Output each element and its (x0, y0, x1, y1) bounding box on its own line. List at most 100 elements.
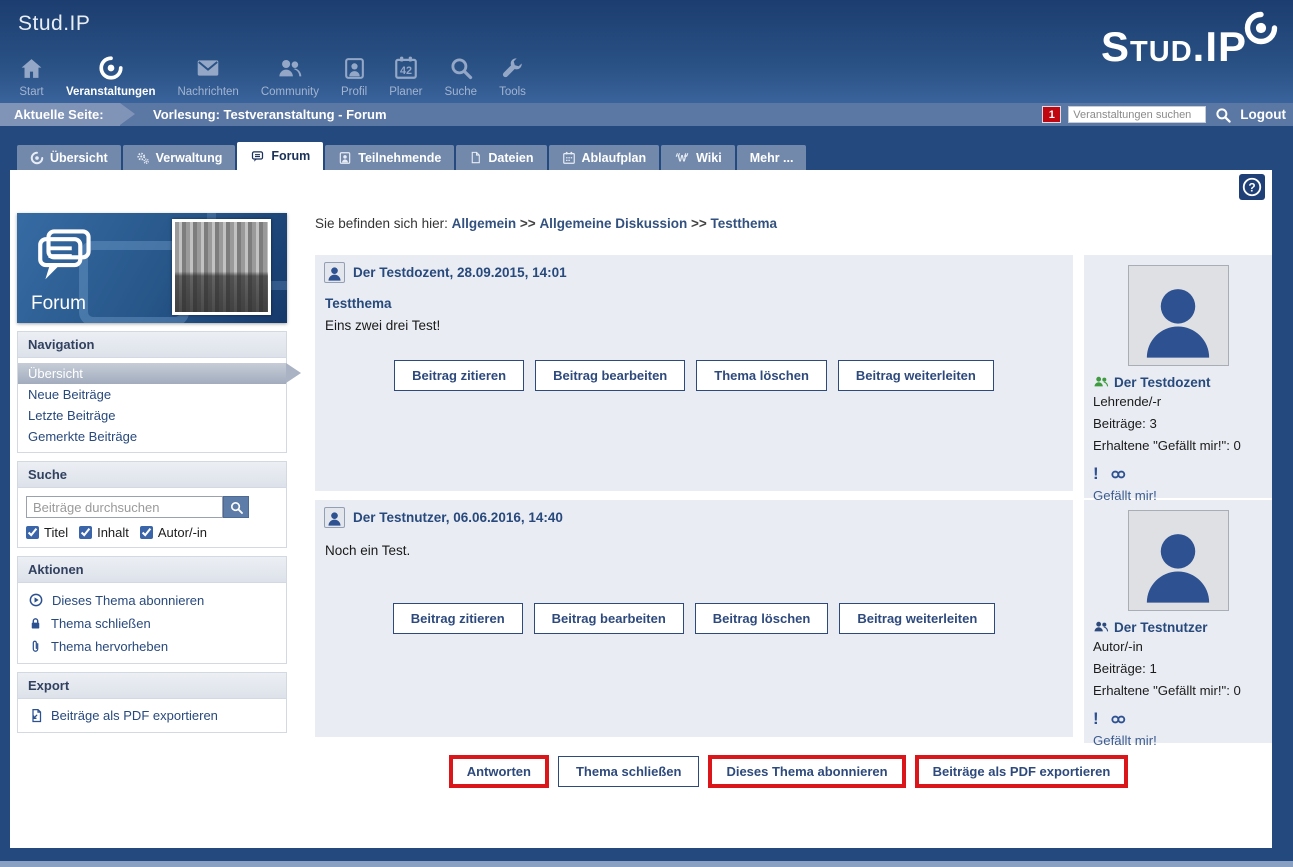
tab-forum[interactable]: Forum (237, 142, 323, 170)
breadcrumb-link-testthema[interactable]: Testthema (711, 216, 778, 231)
tab-mehr[interactable]: Mehr ... (737, 145, 807, 170)
author-name-link[interactable]: Der Testdozent (1114, 375, 1211, 390)
logo-swirl-icon (1243, 10, 1279, 46)
nav-item-profil[interactable]: Profil (330, 53, 378, 98)
search-submit-icon[interactable] (1214, 106, 1232, 124)
breadcrumb-link-allgemeine-diskussion[interactable]: Allgemeine Diskussion (539, 216, 687, 231)
checkbox-autor[interactable] (140, 526, 153, 539)
footer-strip (0, 861, 1293, 867)
post-text: Eins zwei drei Test! (325, 318, 1073, 333)
author-avatar[interactable] (1128, 510, 1229, 611)
logo-text: Stud.IP (1101, 23, 1247, 70)
like-link[interactable]: Gefällt mir! (1093, 733, 1263, 748)
report-icon[interactable]: ! (1093, 709, 1099, 729)
paperclip-icon (28, 639, 43, 654)
beitrag-loeschen-button[interactable]: Beitrag löschen (695, 603, 829, 634)
banner-title: Forum (31, 293, 86, 315)
course-photo (172, 219, 271, 315)
actions-box: Aktionen Dieses Thema abonnieren Thema s… (17, 556, 287, 664)
beitrag-zitieren-button[interactable]: Beitrag zitieren (394, 360, 524, 391)
group-icon (1093, 619, 1109, 635)
post-author-line[interactable]: Der Testdozent, 28.09.2015, 14:01 (353, 265, 567, 280)
sidebar-item-letzte-beitraege[interactable]: Letzte Beiträge (18, 405, 286, 426)
top-header: Stud.IP Start Veranstaltungen Nachrichte… (0, 0, 1293, 103)
nav-label: Veranstaltungen (66, 86, 155, 98)
checkbox-label[interactable]: Inhalt (97, 525, 129, 540)
navigation-box-title: Navigation (18, 332, 286, 358)
person-icon (326, 510, 343, 527)
nav-item-veranstaltungen[interactable]: Veranstaltungen (55, 53, 166, 98)
tab-wiki[interactable]: Wiki (661, 145, 735, 170)
beitrag-bearbeiten-button[interactable]: Beitrag bearbeiten (535, 360, 685, 391)
tab-ablaufplan[interactable]: Ablaufplan (549, 145, 660, 170)
calendar-42-icon (393, 53, 419, 83)
notification-badge[interactable]: 1 (1043, 107, 1060, 122)
author-mini-avatar[interactable] (324, 507, 345, 528)
thema-schliessen-button[interactable]: Thema schließen (558, 756, 699, 787)
author-name-link[interactable]: Der Testnutzer (1114, 620, 1208, 635)
nav-item-tools[interactable]: Tools (488, 53, 537, 98)
thema-abonnieren-button[interactable]: Dieses Thema abonnieren (708, 755, 905, 788)
action-label: Beiträge als PDF exportieren (51, 708, 218, 723)
tab-teilnehmende[interactable]: Teilnehmende (325, 145, 454, 170)
forum-search-input[interactable] (26, 496, 223, 518)
tab-label: Verwaltung (156, 151, 223, 165)
action-thema-hervorheben[interactable]: Thema hervorheben (18, 635, 286, 658)
sidebar-item-neue-beitraege[interactable]: Neue Beiträge (18, 384, 286, 405)
tab-uebersicht[interactable]: Übersicht (17, 145, 121, 170)
sidebar-item-gemerkte-beitraege[interactable]: Gemerkte Beiträge (18, 426, 286, 447)
report-icon[interactable]: ! (1093, 464, 1099, 484)
group-icon (1093, 374, 1109, 390)
mail-icon (195, 53, 221, 83)
checkbox-inhalt[interactable] (79, 526, 92, 539)
seminar-icon (30, 151, 44, 165)
author-avatar[interactable] (1128, 265, 1229, 366)
pdf-exportieren-button[interactable]: Beiträge als PDF exportieren (915, 755, 1129, 788)
nav-item-community[interactable]: Community (250, 53, 330, 98)
checkbox-label[interactable]: Titel (44, 525, 68, 540)
checkbox-titel[interactable] (26, 526, 39, 539)
forum-search-button[interactable] (223, 496, 249, 518)
action-pdf-export[interactable]: Beiträge als PDF exportieren (18, 704, 286, 727)
beitrag-bearbeiten-button[interactable]: Beitrag bearbeiten (534, 603, 684, 634)
nav-label: Planer (389, 86, 422, 98)
tab-dateien[interactable]: Dateien (456, 145, 546, 170)
author-post-count: Beiträge: 1 (1093, 659, 1263, 679)
breadcrumb-separator: >> (691, 216, 707, 231)
person-icon (1134, 277, 1222, 365)
community-icon (276, 53, 303, 83)
breadcrumb-link-allgemein[interactable]: Allgemein (452, 216, 517, 231)
course-search-input[interactable] (1068, 106, 1206, 123)
beitrag-weiterleiten-button[interactable]: Beitrag weiterleiten (839, 603, 995, 634)
forum-bubble-icon (33, 225, 95, 287)
nav-label: Community (261, 86, 319, 98)
home-icon (19, 53, 44, 83)
topic-action-buttons: Antworten Thema schließen Dieses Thema a… (305, 755, 1272, 788)
post-author-line[interactable]: Der Testnutzer, 06.06.2016, 14:40 (353, 510, 563, 525)
sidebar-item-uebersicht[interactable]: Übersicht (18, 363, 286, 384)
wrench-icon (500, 53, 525, 83)
nav-item-suche[interactable]: Suche (433, 53, 488, 98)
nav-item-nachrichten[interactable]: Nachrichten (166, 53, 249, 98)
thema-loeschen-button[interactable]: Thema löschen (696, 360, 827, 391)
action-thema-schliessen[interactable]: Thema schließen (18, 612, 286, 635)
nav-item-start[interactable]: Start (8, 53, 55, 98)
beitrag-zitieren-button[interactable]: Beitrag zitieren (393, 603, 523, 634)
nav-item-planer[interactable]: Planer (378, 53, 433, 98)
author-mini-avatar[interactable] (324, 262, 345, 283)
tab-verwaltung[interactable]: Verwaltung (123, 145, 236, 170)
checkbox-label[interactable]: Autor/-in (158, 525, 207, 540)
seminar-icon (98, 53, 124, 83)
current-page-label: Aktuelle Seite: (14, 103, 104, 126)
export-box: Export Beiträge als PDF exportieren (17, 672, 287, 733)
antworten-button[interactable]: Antworten (449, 755, 549, 788)
beitrag-weiterleiten-button[interactable]: Beitrag weiterleiten (838, 360, 994, 391)
action-abonnieren[interactable]: Dieses Thema abonnieren (18, 588, 286, 612)
logout-link[interactable]: Logout (1240, 107, 1286, 122)
tab-label: Übersicht (50, 151, 108, 165)
permalink-chain-icon[interactable] (1110, 466, 1127, 483)
breadcrumb-prefix: Sie befinden sich hier: (315, 216, 448, 231)
permalink-chain-icon[interactable] (1110, 711, 1127, 728)
current-page-bar: Aktuelle Seite: Vorlesung: Testveranstal… (0, 103, 1293, 126)
action-label: Thema hervorheben (51, 639, 168, 654)
